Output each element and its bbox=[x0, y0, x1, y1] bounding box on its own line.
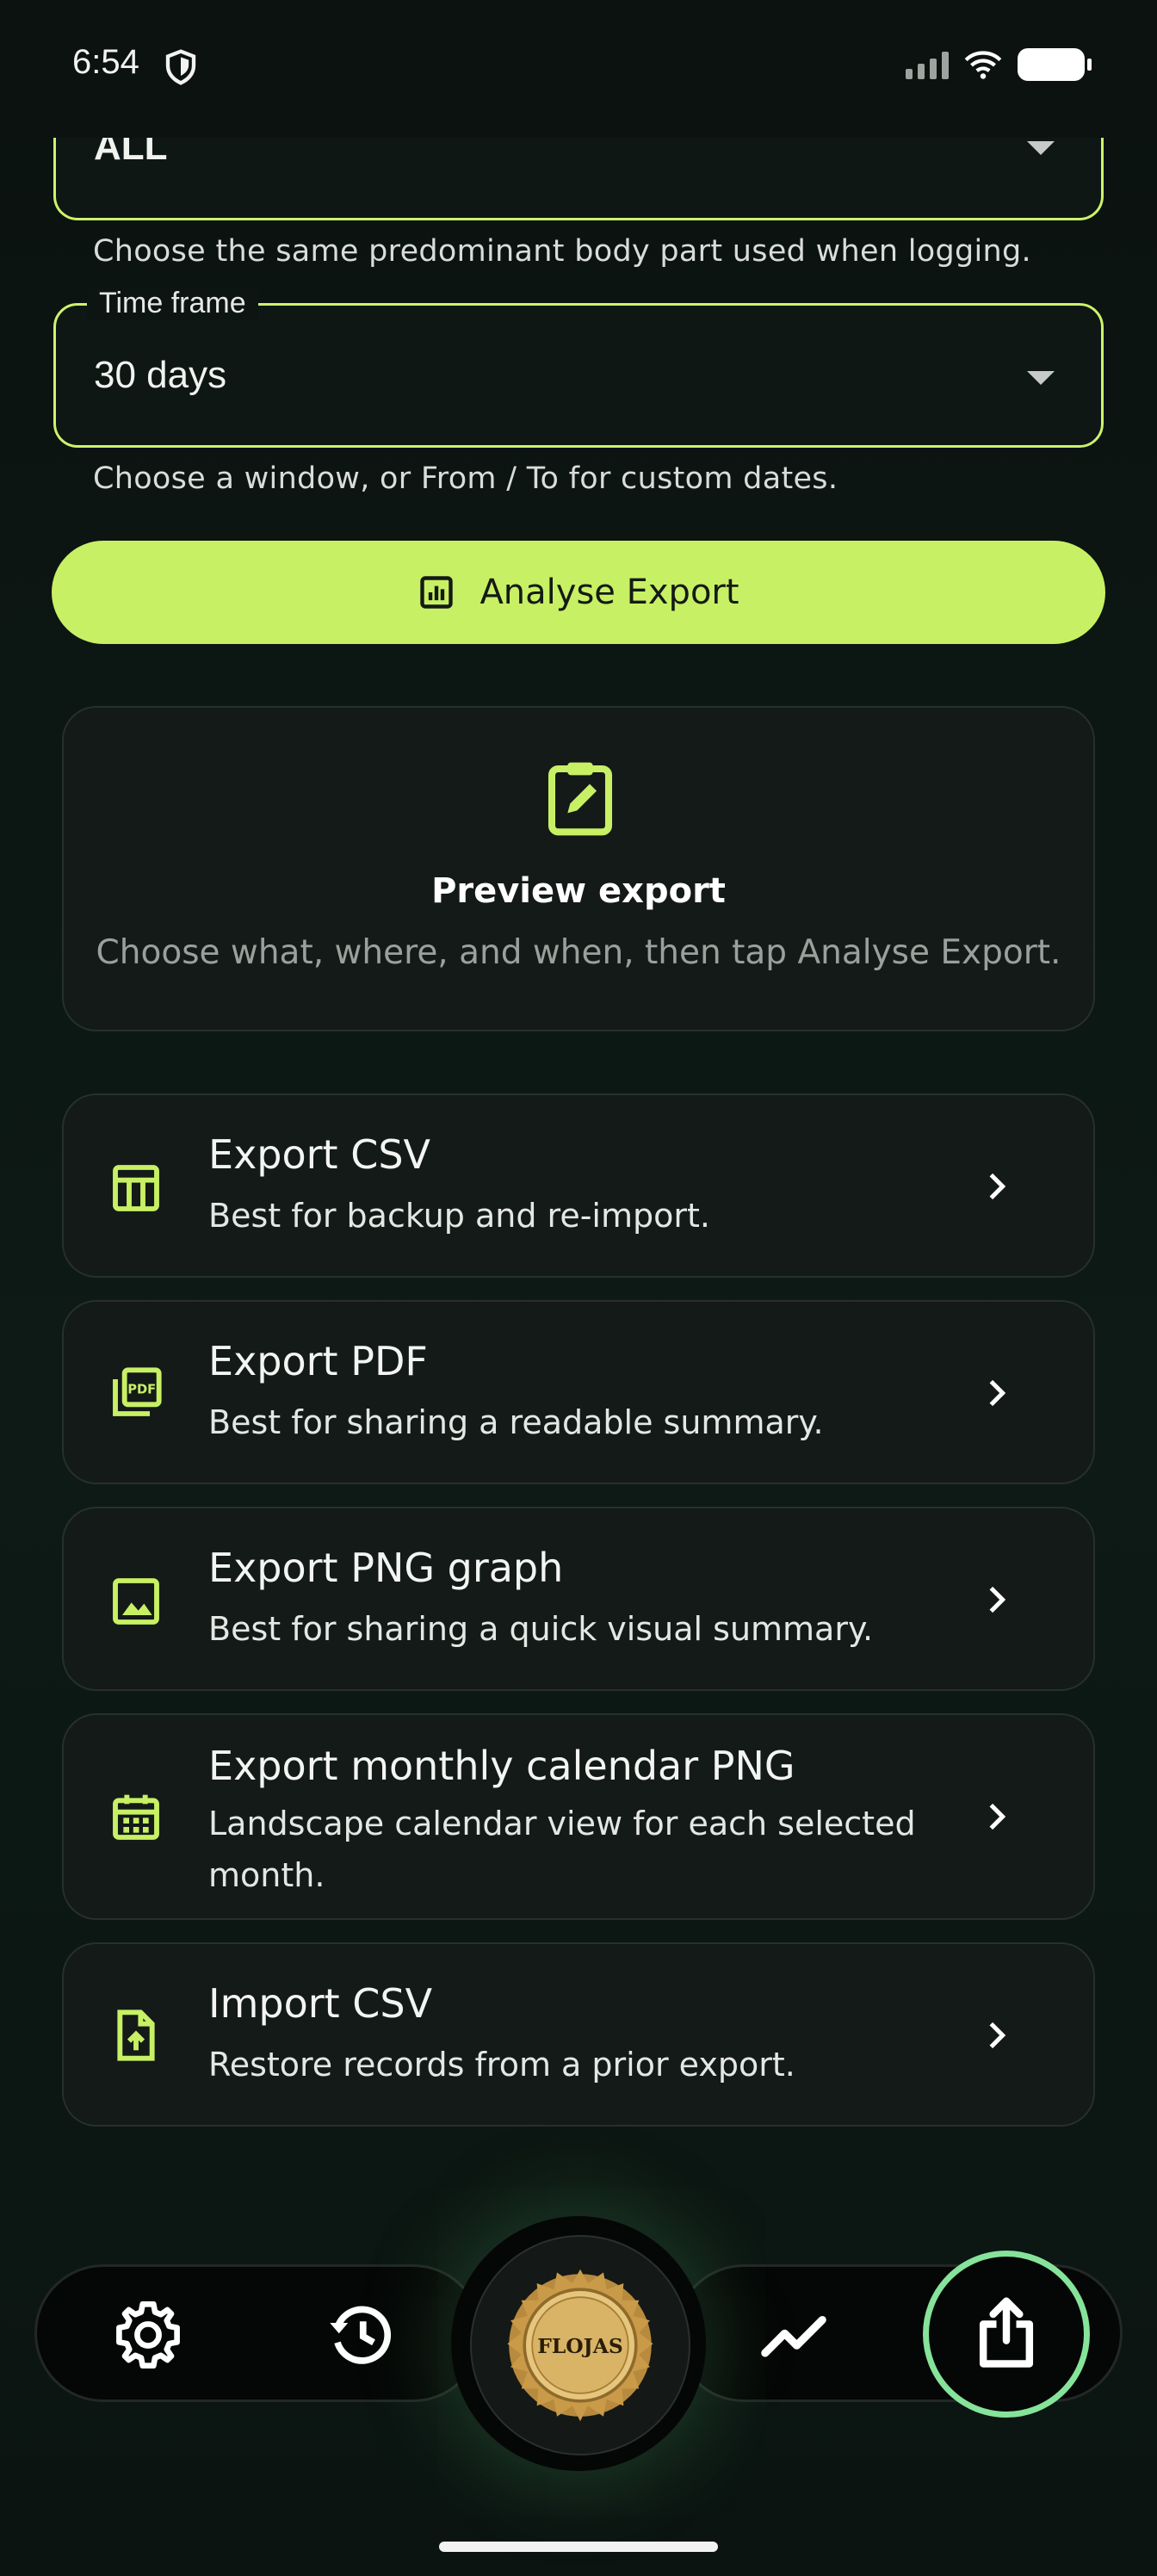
status-indicators bbox=[906, 48, 1092, 81]
image-icon bbox=[113, 1578, 159, 1625]
time-frame-label: Time frame bbox=[87, 287, 258, 320]
option-description: Best for sharing a readable summary. bbox=[208, 1403, 824, 1441]
option-title: Export monthly calendar PNG bbox=[208, 1743, 795, 1789]
history-icon[interactable] bbox=[325, 2299, 398, 2371]
shield-icon bbox=[165, 49, 196, 85]
chevron-down-icon bbox=[1027, 371, 1055, 385]
body-part-helper: Choose the same predominant body part us… bbox=[93, 234, 1031, 269]
time-frame-value: 30 days bbox=[94, 354, 227, 396]
time-frame-select[interactable]: Time frame 30 days bbox=[53, 287, 1104, 448]
chart-box-icon bbox=[420, 576, 454, 609]
option-title: Export CSV bbox=[208, 1131, 430, 1178]
export-calendar-option[interactable]: Export monthly calendar PNG Landscape ca… bbox=[62, 1713, 1095, 1920]
logo-frame: FLOJAS bbox=[470, 2235, 690, 2455]
option-description: Best for backup and re-import. bbox=[208, 1197, 710, 1235]
option-description: Landscape calendar view for each selecte… bbox=[208, 1805, 916, 1894]
svg-text:PDF: PDF bbox=[127, 1383, 156, 1397]
export-png-graph-option[interactable]: Export PNG graph Best for sharing a quic… bbox=[62, 1507, 1095, 1691]
logo-text: FLOJAS bbox=[537, 2334, 623, 2358]
battery-icon bbox=[1018, 48, 1092, 81]
chevron-right-icon bbox=[989, 1379, 1006, 1407]
option-title: Import CSV bbox=[208, 1980, 433, 2027]
preview-subtitle: Choose what, where, and when, then tap A… bbox=[96, 933, 1061, 972]
chevron-right-icon bbox=[989, 2022, 1006, 2049]
preview-title: Preview export bbox=[431, 871, 726, 911]
pdf-icon: PDF bbox=[113, 1367, 162, 1416]
option-description: Best for sharing a quick visual summary. bbox=[208, 1610, 874, 1648]
trend-icon[interactable] bbox=[758, 2299, 830, 2371]
analyse-export-label: Analyse Export bbox=[480, 573, 739, 612]
status-time-overlay: 6:54 bbox=[72, 43, 139, 81]
chevron-right-icon bbox=[989, 1586, 1006, 1613]
option-description: Restore records from a prior export. bbox=[208, 2046, 795, 2084]
table-icon bbox=[113, 1165, 159, 1211]
chevron-right-icon bbox=[989, 1173, 1006, 1200]
export-tab-active[interactable] bbox=[923, 2251, 1090, 2418]
preview-card: Preview export Choose what, where, and w… bbox=[62, 706, 1095, 1031]
chevron-down-icon bbox=[1027, 141, 1055, 155]
time-frame-helper: Choose a window, or From / To for custom… bbox=[93, 461, 838, 496]
import-csv-option[interactable]: Import CSV Restore records from a prior … bbox=[62, 1942, 1095, 2127]
option-title: Export PDF bbox=[208, 1338, 428, 1384]
file-upload-icon bbox=[117, 2009, 155, 2061]
export-pdf-option[interactable]: PDF Export PDF Best for sharing a readab… bbox=[62, 1300, 1095, 1484]
option-title: Export PNG graph bbox=[208, 1545, 564, 1591]
chevron-right-icon bbox=[989, 1803, 1006, 1830]
share-icon bbox=[979, 2297, 1034, 2368]
signal-icon bbox=[906, 50, 949, 79]
export-csv-option[interactable]: Export CSV Best for backup and re-import… bbox=[62, 1093, 1095, 1278]
calendar-icon bbox=[113, 1794, 159, 1840]
clipboard-edit-icon bbox=[548, 762, 613, 836]
home-indicator[interactable] bbox=[439, 2542, 718, 2552]
wifi-icon bbox=[964, 51, 1002, 79]
logo-seal: FLOJAS bbox=[507, 2269, 653, 2422]
settings-icon[interactable] bbox=[112, 2299, 184, 2371]
bottom-nav-left bbox=[34, 2264, 482, 2402]
analyse-export-button[interactable]: Analyse Export bbox=[52, 541, 1105, 644]
home-logo-button[interactable]: FLOJAS bbox=[451, 2216, 706, 2471]
